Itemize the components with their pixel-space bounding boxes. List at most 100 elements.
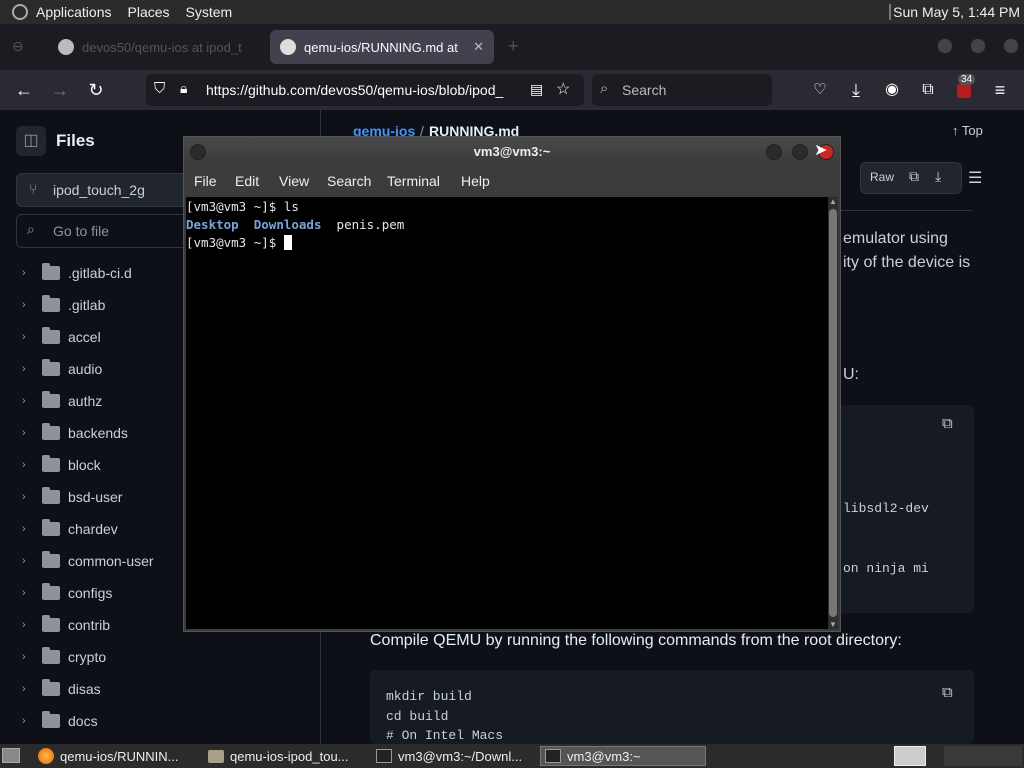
file-tree-item[interactable]: › common-user <box>22 546 154 576</box>
maximize-button[interactable] <box>792 144 808 160</box>
task-file-manager[interactable]: qemu-ios-ipod_tou... <box>204 746 366 766</box>
download-icon[interactable]: ⤓ <box>935 168 941 185</box>
file-tree-item[interactable]: › .gitlab <box>22 290 105 320</box>
chevron-right-icon[interactable]: › <box>22 715 36 727</box>
lock-icon[interactable]: 🔒︎ <box>180 80 187 97</box>
chevron-right-icon[interactable]: › <box>22 587 36 599</box>
show-desktop-icon[interactable] <box>2 748 20 763</box>
file-tree-item[interactable]: › .gitlab-ci.d <box>22 258 132 288</box>
scrollbar-thumb[interactable] <box>829 209 837 617</box>
bookmark-star-icon[interactable]: ☆ <box>556 79 570 99</box>
file-tree-item[interactable]: › configs <box>22 578 112 608</box>
terminal-screen[interactable]: [vm3@vm3 ~]$ ls Desktop Downloads penis.… <box>186 197 828 629</box>
app-menu-icon[interactable]: ≡ <box>988 78 1012 102</box>
minimize-window-button[interactable] <box>937 38 953 54</box>
scroll-down-arrow-icon[interactable]: ▼ <box>829 620 837 629</box>
terminal-line: [vm3@vm3 ~]$ ls <box>186 199 299 214</box>
account-icon[interactable]: ◉ <box>880 78 904 102</box>
copy-icon[interactable]: ⧉ <box>909 168 919 185</box>
file-tree-item[interactable]: › docs <box>22 706 98 736</box>
file-tree-item[interactable]: › crypto <box>22 642 106 672</box>
tab-qemu-ios-repo[interactable]: devos50/qemu-ios at ipod_t <box>48 30 263 64</box>
system-menu[interactable]: System <box>186 4 233 20</box>
chevron-right-icon[interactable]: › <box>22 555 36 567</box>
minimize-button[interactable] <box>766 144 782 160</box>
file-tree-item[interactable]: › chardev <box>22 514 118 544</box>
chevron-right-icon[interactable]: › <box>22 427 36 439</box>
menu-edit[interactable]: Edit <box>235 173 259 189</box>
extensions-icon[interactable]: ⧉ <box>916 78 940 102</box>
top-button[interactable]: ↑ Top <box>952 123 983 138</box>
new-tab-icon[interactable]: + <box>508 36 519 57</box>
pocket-icon[interactable]: ♡ <box>808 78 832 102</box>
chevron-right-icon[interactable]: › <box>22 363 36 375</box>
menu-terminal[interactable]: Terminal <box>387 173 440 189</box>
terminal-titlebar[interactable]: vm3@vm3:~ <box>184 137 840 167</box>
file-tree-label: crypto <box>68 649 107 665</box>
url-text[interactable]: https://github.com/devos50/qemu-ios/blob… <box>206 82 516 98</box>
file-tree-item[interactable]: › bsd-user <box>22 482 122 512</box>
chevron-right-icon[interactable]: › <box>22 395 36 407</box>
task-terminal-downloads[interactable]: vm3@vm3:~/Downl... <box>372 746 534 766</box>
copy-code-icon[interactable]: ⧉ <box>942 684 953 702</box>
task-firefox[interactable]: qemu-ios/RUNNIN... <box>34 746 196 766</box>
close-window-button[interactable] <box>1003 38 1019 54</box>
tab-list-icon[interactable]: ⊖ <box>12 38 28 54</box>
chevron-right-icon[interactable]: › <box>22 267 36 279</box>
chevron-right-icon[interactable]: › <box>22 491 36 503</box>
downloads-icon[interactable]: ⤓ <box>844 78 868 102</box>
task-terminal-home[interactable]: vm3@vm3:~ <box>540 746 706 766</box>
chevron-right-icon[interactable]: › <box>22 459 36 471</box>
sidebar-title: Files <box>56 131 95 150</box>
raw-button[interactable]: Raw <box>870 170 894 184</box>
file-tree-item[interactable]: › authz <box>22 386 102 416</box>
tab-running-md[interactable]: qemu-ios/RUNNING.md at ✕ <box>270 30 494 64</box>
distro-logo-icon[interactable] <box>12 4 28 20</box>
ls-dir: Downloads <box>253 217 322 232</box>
url-bar[interactable]: ⛉ 🔒︎ https://github.com/devos50/qemu-ios… <box>146 74 584 106</box>
branch-selector[interactable]: ⑂ ipod_touch_2g <box>16 173 188 207</box>
chevron-right-icon[interactable]: › <box>22 619 36 631</box>
search-icon: ⌕ <box>600 80 609 97</box>
copy-code-icon[interactable]: ⧉ <box>942 415 953 433</box>
reader-view-icon[interactable]: ▤ <box>530 81 543 98</box>
scroll-up-arrow-icon[interactable]: ▲ <box>829 197 837 206</box>
search-bar[interactable]: ⌕ Search <box>592 74 772 106</box>
go-to-file-placeholder: Go to file <box>53 223 110 239</box>
file-tree-item[interactable]: › accel <box>22 322 101 352</box>
chevron-right-icon[interactable]: › <box>22 331 36 343</box>
workspace-switcher[interactable] <box>894 746 926 766</box>
go-to-file-input[interactable]: ⌕ Go to file <box>16 214 188 248</box>
menu-help[interactable]: Help <box>461 173 490 189</box>
clock[interactable]: Sun May 5, 1:44 PM <box>893 4 1020 20</box>
outline-icon[interactable]: ☰ <box>968 168 982 188</box>
folder-icon <box>42 679 60 696</box>
task-label: vm3@vm3:~/Downl... <box>398 748 523 764</box>
places-menu[interactable]: Places <box>128 4 170 20</box>
applications-menu[interactable]: Applications <box>36 4 112 20</box>
menu-search[interactable]: Search <box>327 173 371 189</box>
forward-icon[interactable]: → <box>48 78 72 102</box>
maximize-window-button[interactable] <box>970 38 986 54</box>
file-tree-item[interactable]: › contrib <box>22 610 110 640</box>
menu-view[interactable]: View <box>279 173 309 189</box>
back-icon[interactable]: ← <box>12 78 36 102</box>
file-tree-item[interactable]: › block <box>22 450 101 480</box>
close-tab-icon[interactable]: ✕ <box>473 39 484 55</box>
chevron-right-icon[interactable]: › <box>22 683 36 695</box>
chevron-right-icon[interactable]: › <box>22 523 36 535</box>
file-tree-item[interactable]: › disas <box>22 674 101 704</box>
file-tree-item[interactable]: › audio <box>22 354 102 384</box>
folder-icon <box>42 423 60 440</box>
window-menu-button[interactable] <box>190 144 206 160</box>
workspace-switcher-secondary[interactable] <box>944 746 1022 766</box>
shield-icon[interactable]: ⛉ <box>154 80 165 97</box>
collapse-sidebar-icon[interactable]: ◫ <box>16 126 46 156</box>
file-tree-item[interactable]: › backends <box>22 418 128 448</box>
terminal-scrollbar[interactable]: ▲ ▼ <box>828 197 838 629</box>
chevron-right-icon[interactable]: › <box>22 651 36 663</box>
chevron-right-icon[interactable]: › <box>22 299 36 311</box>
menu-file[interactable]: File <box>194 173 217 189</box>
reload-icon[interactable]: ↻ <box>84 78 108 102</box>
terminal-window[interactable]: vm3@vm3:~ File Edit View Search Terminal… <box>183 136 841 632</box>
